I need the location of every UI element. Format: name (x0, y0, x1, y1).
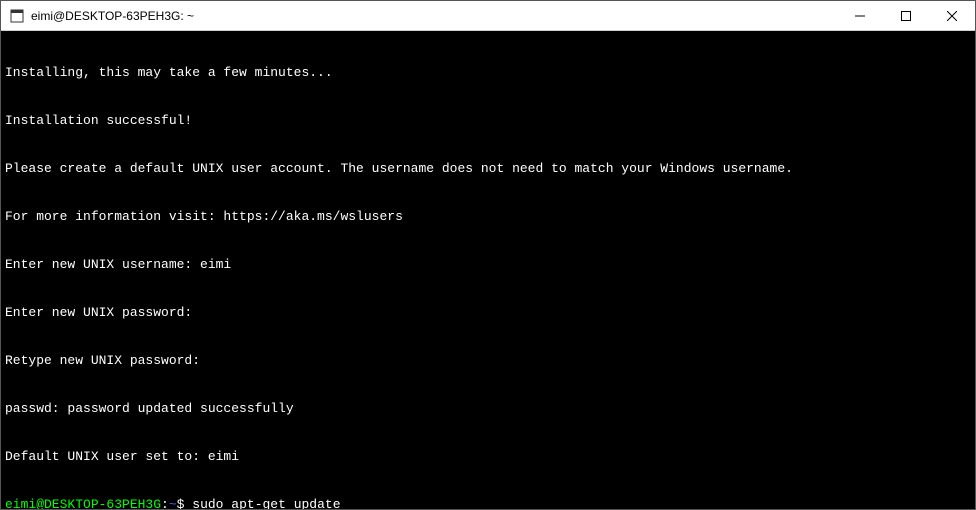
close-button[interactable] (929, 1, 975, 30)
terminal-line: Installing, this may take a few minutes.… (5, 65, 971, 81)
titlebar[interactable]: eimi@DESKTOP-63PEH3G: ~ (1, 1, 975, 31)
terminal-body[interactable]: Installing, this may take a few minutes.… (1, 31, 975, 509)
maximize-button[interactable] (883, 1, 929, 30)
prompt-user-host: eimi@DESKTOP-63PEH3G (5, 497, 161, 509)
app-icon (9, 8, 25, 24)
terminal-line: For more information visit: https://aka.… (5, 209, 971, 225)
terminal-line: Enter new UNIX username: eimi (5, 257, 971, 273)
prompt-symbol: $ (177, 497, 185, 509)
prompt-colon: : (161, 497, 169, 509)
prompt-path: ~ (169, 497, 177, 509)
terminal-line: Default UNIX user set to: eimi (5, 449, 971, 465)
terminal-line: Enter new UNIX password: (5, 305, 971, 321)
prompt-line: eimi@DESKTOP-63PEH3G:~$ sudo apt-get upd… (5, 497, 971, 509)
terminal-window: eimi@DESKTOP-63PEH3G: ~ Installing, this… (0, 0, 976, 510)
window-title: eimi@DESKTOP-63PEH3G: ~ (31, 9, 837, 23)
minimize-button[interactable] (837, 1, 883, 30)
terminal-line: passwd: password updated successfully (5, 401, 971, 417)
window-controls (837, 1, 975, 30)
command-text: sudo apt-get update (192, 497, 340, 509)
terminal-line: Please create a default UNIX user accoun… (5, 161, 971, 177)
terminal-line: Installation successful! (5, 113, 971, 129)
terminal-line: Retype new UNIX password: (5, 353, 971, 369)
